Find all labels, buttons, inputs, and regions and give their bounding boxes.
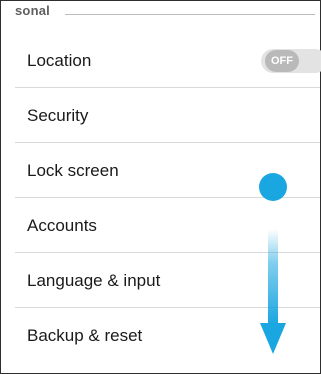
section-header: sonal	[15, 1, 315, 23]
settings-screen: sonal Location OFF Security Lock screen …	[0, 0, 321, 374]
settings-item-label: Backup & reset	[27, 325, 143, 345]
settings-item-label: Lock screen	[27, 160, 119, 180]
location-toggle[interactable]: OFF	[261, 49, 321, 73]
settings-item-label: Location	[27, 50, 92, 70]
section-header-rule	[65, 14, 315, 15]
touch-point-icon	[259, 173, 287, 201]
settings-item-label: Accounts	[27, 215, 97, 235]
section-header-label: sonal	[15, 3, 50, 18]
settings-item-label: Language & input	[27, 270, 161, 290]
settings-item-label: Security	[27, 105, 89, 125]
swipe-down-arrow-icon	[260, 229, 286, 354]
settings-item-location[interactable]: Location OFF	[1, 33, 321, 88]
toggle-thumb: OFF	[265, 50, 299, 72]
settings-item-security[interactable]: Security	[1, 88, 320, 143]
swipe-gesture-overlay	[253, 171, 293, 361]
